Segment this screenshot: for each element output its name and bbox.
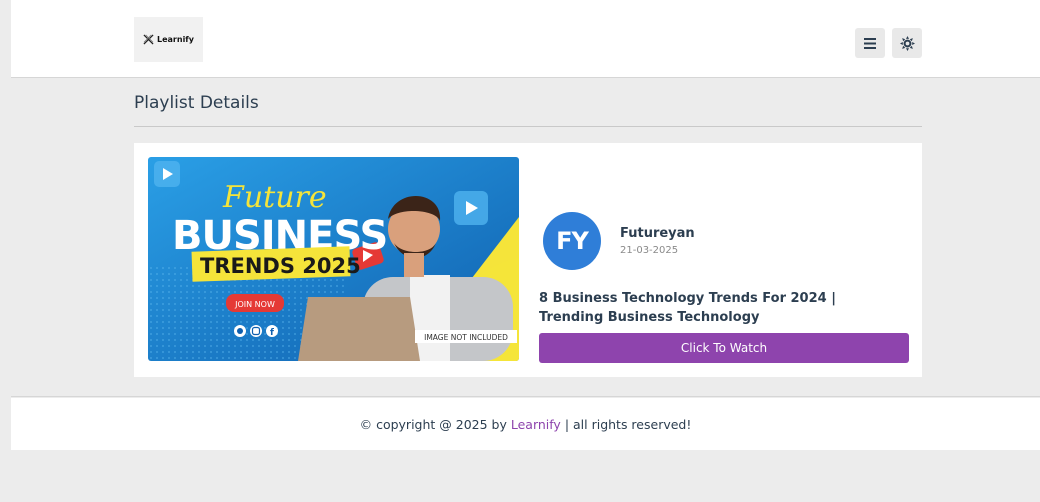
thumbnail-subheadline: TRENDS 2025 [200, 254, 361, 278]
footer-brand-link[interactable]: Learnify [511, 417, 561, 432]
copyright-suffix: | all rights reserved! [560, 416, 692, 432]
video-card: Future BUSINESS TRENDS 2025 JOIN NOW f I… [134, 143, 922, 377]
copyright-prefix: © copyright @ 2025 by [359, 416, 511, 432]
click-to-watch-button[interactable]: Click To Watch [539, 333, 909, 363]
logo[interactable]: Learnify [134, 17, 203, 62]
thumbnail-disclaimer: IMAGE NOT INCLUDED [424, 333, 508, 342]
main-content: Playlist Details Future BUSINESS TRENDS … [11, 79, 1040, 397]
publish-date: 21-03-2025 [620, 245, 679, 256]
channel-avatar[interactable]: FY [543, 212, 601, 270]
video-thumbnail[interactable]: Future BUSINESS TRENDS 2025 JOIN NOW f I… [148, 157, 519, 361]
instagram-icon [250, 325, 262, 337]
thumbnail-cta: JOIN NOW [234, 300, 275, 309]
channel-name[interactable]: Futureyan [620, 226, 695, 241]
bottom-background [11, 450, 1040, 502]
menu-button[interactable] [855, 28, 885, 58]
sun-icon [899, 35, 915, 51]
logo-text: Learnify [157, 35, 194, 44]
site-footer: © copyright @ 2025 by Learnify | all rig… [11, 398, 1040, 450]
page: Learnify Playlist Details Future BUSINES… [11, 0, 1040, 502]
title-divider [134, 126, 922, 127]
menu-icon [864, 37, 876, 49]
page-title: Playlist Details [134, 93, 259, 113]
theme-toggle-button[interactable] [892, 28, 922, 58]
logo-icon [143, 34, 154, 45]
twitter-icon [234, 325, 246, 337]
thumbnail-script: Future [222, 180, 327, 215]
thumbnail-art: Future BUSINESS TRENDS 2025 JOIN NOW f I… [148, 157, 519, 361]
svg-text:f: f [270, 328, 274, 338]
video-title: 8 Business Technology Trends For 2024 | … [539, 291, 836, 325]
site-header: Learnify [11, 0, 1040, 78]
